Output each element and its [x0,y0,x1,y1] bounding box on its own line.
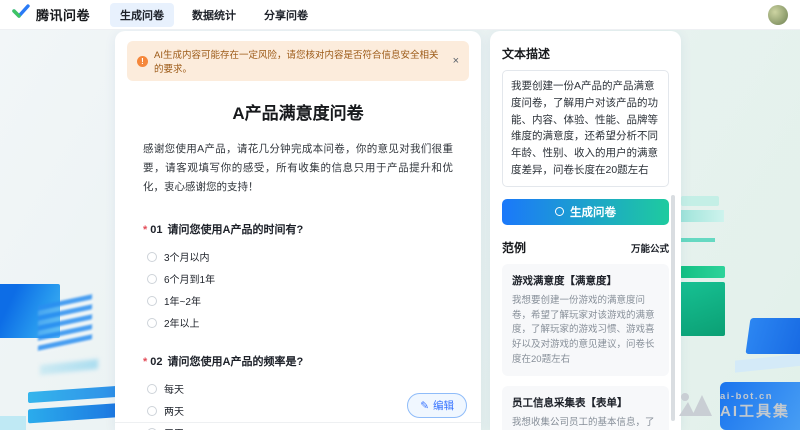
brand-logo: 腾讯问卷 [12,3,90,26]
option-label: 每天 [164,381,184,396]
brand-name: 腾讯问卷 [36,5,90,24]
question-2-title: *02 请问您使用A产品的频率是? [143,353,453,369]
question-text: 请问您使用A产品的时间有? [168,224,304,236]
edit-button[interactable]: ✎ 编辑 [407,393,467,418]
required-asterisk: * [143,356,147,368]
radio-icon[interactable] [147,318,157,328]
ai-risk-warning-banner: ! AI生成内容可能存在一定风险，请您核对内容是否符合信息安全相关的要求。 × [127,41,469,81]
watermark: ai-bot.cn AI工具集 [678,391,790,422]
top-navbar: 腾讯问卷 生成问卷 数据统计 分享问卷 [0,0,800,30]
edit-row: ✎ 编辑 [407,393,467,418]
universal-formula-link[interactable]: 万能公式 [631,241,669,255]
decor-sheet-right [735,353,800,372]
close-icon[interactable]: × [453,56,459,67]
decor-slab-left [40,359,98,375]
edit-button-label: 编辑 [433,398,454,413]
radio-icon[interactable] [147,274,157,284]
decor-slab-right-4 [680,282,725,336]
survey-title: A产品满意度问卷 [115,99,481,124]
question-1: *01请问您使用A产品的时间有? 3个月以内 6个月到1年 1年~2年 2年以 [143,221,453,329]
generator-sidebar: 文本描述 我要创建一份A产品的产品满意度问卷，了解用户对该产品的功能、内容、体验… [490,31,681,430]
option-row[interactable]: 6个月到1年 [147,273,453,285]
radio-icon[interactable] [147,384,157,394]
tab-generate-survey[interactable]: 生成问卷 [110,3,174,27]
option-label: 两天 [164,403,184,418]
ai-bot-logo-icon [678,391,712,422]
radio-icon[interactable] [147,296,157,306]
tab-share-survey[interactable]: 分享问卷 [254,3,318,27]
radio-icon[interactable] [147,406,157,416]
survey-description: 感谢您使用A产品，请花几分钟完成本问卷，你的意见对我们很重要，请客观填写你的感受… [143,140,453,197]
edit-pencil-icon: ✎ [420,400,429,412]
warning-text: AI生成内容可能存在一定风险，请您核对内容是否符合信息安全相关的要求。 [154,47,447,75]
question-number: 02 [150,356,162,368]
example-card-title-text: 员工信息采集表【表单】 [512,395,628,410]
question-1-title: *01 请问您使用A产品的时间有? [143,221,453,237]
example-card-title: 员工信息采集表【表单】 [512,395,659,410]
watermark-url: ai-bot.cn [720,392,790,403]
generate-survey-button[interactable]: 生成问卷 [502,199,669,225]
warning-icon: ! [137,56,148,67]
decor-line-right [681,238,715,242]
decor-cube-right [745,318,800,354]
examples-title: 范例 [502,239,526,256]
app-root: 腾讯问卷 生成问卷 数据统计 分享问卷 ! AI生成内容可能存在一定风险，请您核… [0,0,800,430]
question-number: 01 [150,224,162,236]
generate-button-label: 生成问卷 [570,204,616,220]
watermark-text: ai-bot.cn AI工具集 [720,392,790,420]
decor-bar-left-2 [28,403,126,424]
decor-slab-right-2 [681,210,724,222]
question-2: *02请问您使用A产品的频率是? 每天 两天 三天 一星期 [143,353,453,430]
option-row[interactable]: 1年~2年 [147,295,453,307]
option-label: 2年以上 [164,315,200,330]
example-card-game-satisfaction[interactable]: 游戏满意度【满意度】 我想要创建一份游戏的满意度问卷，希望了解玩家对该游戏的满意… [502,264,669,377]
generate-ring-icon [555,207,564,216]
option-label: 3个月以内 [164,249,210,264]
question-1-options: 3个月以内 6个月到1年 1年~2年 2年以上 [143,251,453,329]
sidebar-scrollbar[interactable] [671,195,675,421]
option-label: 6个月到1年 [164,271,215,286]
option-label: 1年~2年 [164,293,201,308]
example-card-title-text: 游戏满意度【满意度】 [512,273,617,288]
survey-preview-card: ! AI生成内容可能存在一定风险，请您核对内容是否符合信息安全相关的要求。 × … [115,31,481,430]
question-text: 请问您使用A产品的频率是? [168,356,304,368]
decor-slab-right-1 [681,196,719,206]
decor-slab-right-3 [680,266,725,278]
card-footer-divider [115,422,481,423]
example-card-description: 我想收集公司员工的基本信息，了解公司内员工的基本信息，包括性别、年龄、联系方式等… [512,416,659,430]
decor-bar-left-1 [28,386,118,403]
required-asterisk: * [143,224,147,236]
example-card-title: 游戏满意度【满意度】 [512,273,659,288]
watermark-name: AI工具集 [720,403,790,420]
option-row[interactable]: 3个月以内 [147,251,453,263]
radio-icon[interactable] [147,252,157,262]
option-label: 三天 [164,425,184,430]
prompt-section-title: 文本描述 [502,45,669,62]
tab-data-statistics[interactable]: 数据统计 [182,3,246,27]
example-card-employee-info[interactable]: 员工信息采集表【表单】 我想收集公司员工的基本信息，了解公司内员工的基本信息，包… [502,386,669,430]
option-row[interactable]: 2年以上 [147,317,453,329]
decor-bar-left-3 [0,416,26,430]
prompt-textarea[interactable]: 我要创建一份A产品的产品满意度问卷，了解用户对该产品的功能、内容、体验、性能、品… [502,70,669,187]
example-card-description: 我想要创建一份游戏的满意度问卷，希望了解玩家对该游戏的满意度，了解玩家的游戏习惯… [512,294,659,368]
decor-stripes-left [38,294,92,353]
user-avatar[interactable] [768,5,788,25]
tencent-survey-check-icon [12,3,30,26]
examples-header: 范例 万能公式 [502,239,669,256]
nav-tabs: 生成问卷 数据统计 分享问卷 [110,3,318,27]
